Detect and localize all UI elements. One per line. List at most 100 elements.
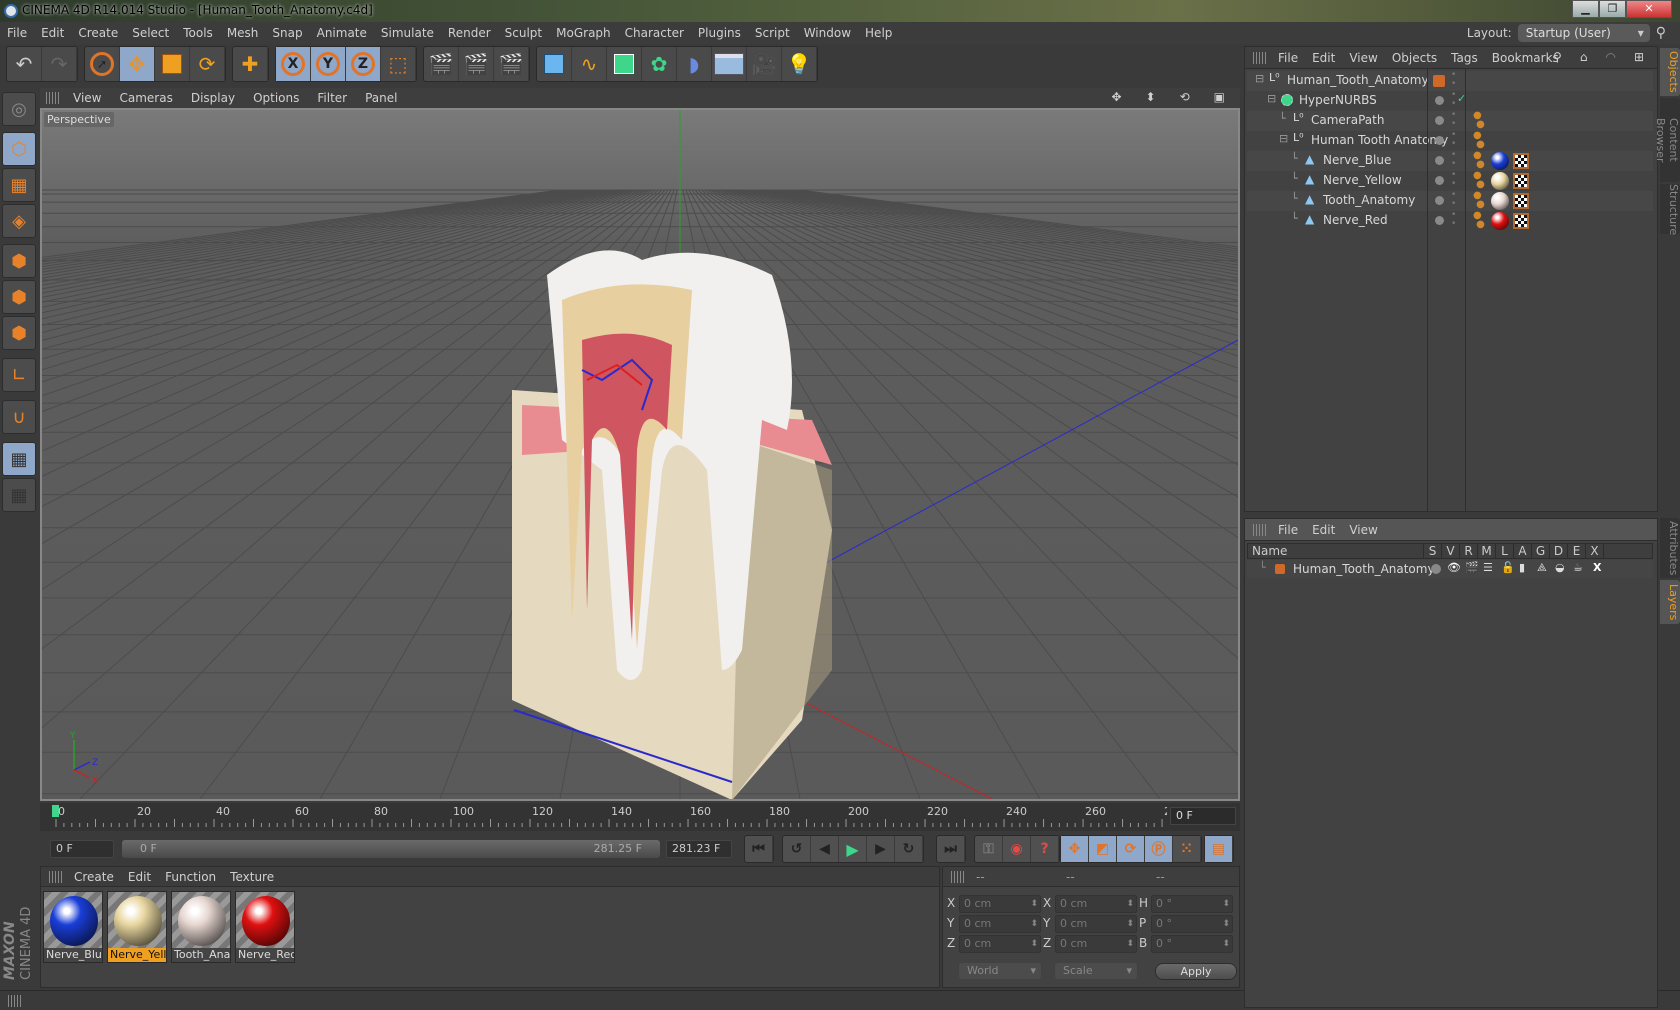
- phong-tag-icon[interactable]: ● ●: [1473, 111, 1485, 130]
- render-visibility-dots[interactable]: • •: [1451, 151, 1456, 169]
- transform-mode-dropdown[interactable]: Scale: [1055, 963, 1137, 979]
- y-axis-icon[interactable]: Y: [311, 47, 346, 81]
- move-view-icon[interactable]: ✥: [1102, 90, 1130, 104]
- uvw-tag-icon[interactable]: [1513, 193, 1529, 209]
- x-axis-icon[interactable]: X: [276, 47, 311, 81]
- coord-size-field[interactable]: 0 cm: [1055, 915, 1137, 933]
- material-tag-icon[interactable]: [1491, 172, 1509, 190]
- object-row[interactable]: └ L⁰ CameraPath • • ● ●: [1247, 111, 1653, 131]
- render-visibility-dots[interactable]: • •: [1451, 211, 1456, 229]
- points-mode-icon[interactable]: ⬢: [2, 244, 36, 278]
- step-back-icon[interactable]: ◀: [811, 836, 839, 862]
- viewport-menu-panel[interactable]: Panel: [356, 91, 406, 105]
- object-row[interactable]: └ ▲ Nerve_Red • • ● ●: [1247, 211, 1653, 231]
- visibility-dot[interactable]: [1435, 96, 1444, 105]
- render-settings-icon[interactable]: 🎬: [494, 47, 529, 81]
- eye-icon[interactable]: ◠: [1598, 50, 1622, 64]
- planar-workplane-icon[interactable]: ▦: [2, 478, 36, 512]
- object-row[interactable]: ⊟ L⁰ Human Tooth Anatomy • • ● ●: [1247, 131, 1653, 151]
- coord-rotation-field[interactable]: 0 °: [1151, 895, 1233, 913]
- menu-mograph[interactable]: MoGraph: [549, 26, 618, 40]
- menu-create[interactable]: Create: [71, 26, 125, 40]
- menu-file[interactable]: File: [0, 26, 34, 40]
- material-menu-texture[interactable]: Texture: [223, 870, 281, 884]
- material-tag-icon[interactable]: [1491, 192, 1509, 210]
- texture-mode-icon[interactable]: ▦: [2, 168, 36, 202]
- layer-name[interactable]: Human_Tooth_Anatomy: [1293, 562, 1435, 576]
- phong-tag-icon[interactable]: ● ●: [1473, 151, 1485, 170]
- coord-position-field[interactable]: 0 cm: [959, 895, 1041, 913]
- coord-position-field[interactable]: 0 cm: [959, 935, 1041, 953]
- timeline-window-icon[interactable]: ▤: [1205, 836, 1233, 862]
- material-menu-create[interactable]: Create: [67, 870, 121, 884]
- uvw-tag-icon[interactable]: [1513, 213, 1529, 229]
- close-button[interactable]: ✕: [1626, 0, 1672, 18]
- menu-tools[interactable]: Tools: [176, 26, 220, 40]
- edges-mode-icon[interactable]: ⬢: [2, 280, 36, 314]
- search-icon[interactable]: ⚲: [1656, 25, 1666, 41]
- phong-tag-icon[interactable]: ● ●: [1473, 191, 1485, 210]
- object-name[interactable]: Nerve_Blue: [1323, 153, 1391, 167]
- key-point-level-icon[interactable]: ⁙: [1173, 836, 1201, 862]
- objects-menu-file[interactable]: File: [1271, 51, 1305, 65]
- tree-branch[interactable]: ⊟: [1267, 92, 1276, 105]
- layer-solo-toggle[interactable]: [1431, 564, 1441, 574]
- layers-menu-file[interactable]: File: [1271, 523, 1305, 537]
- keyframe-selection-icon[interactable]: ?: [1031, 836, 1059, 862]
- menu-help[interactable]: Help: [858, 26, 899, 40]
- render-picture-viewer-icon[interactable]: 🎬: [459, 47, 494, 81]
- layers-menu-edit[interactable]: Edit: [1305, 523, 1342, 537]
- render-view-icon[interactable]: 🎬: [424, 47, 459, 81]
- uvw-tag-icon[interactable]: [1513, 173, 1529, 189]
- objects-menu-view[interactable]: View: [1342, 51, 1384, 65]
- menu-character[interactable]: Character: [618, 26, 691, 40]
- move-icon[interactable]: ✥: [120, 47, 155, 81]
- make-editable-icon[interactable]: ◎: [2, 92, 36, 126]
- play-icon[interactable]: ▶: [839, 836, 867, 862]
- record-keys-icon[interactable]: ⚿: [975, 836, 1003, 862]
- object-row[interactable]: └ ▲ Nerve_Blue • • ● ●: [1247, 151, 1653, 171]
- layer-col-generators[interactable]: G: [1532, 544, 1550, 558]
- layer-col-view[interactable]: V: [1442, 544, 1460, 558]
- scale-icon[interactable]: [155, 47, 190, 81]
- frame-range-slider[interactable]: 0 F 281.25 F: [122, 840, 660, 858]
- perspective-viewport[interactable]: Y Z X Perspective: [40, 108, 1240, 801]
- tab-content-browser[interactable]: Content Browser: [1654, 98, 1680, 182]
- layer-xref-icon[interactable]: X: [1593, 561, 1601, 574]
- object-row[interactable]: ⊟ HyperNURBS • • ✓: [1247, 91, 1653, 111]
- polygons-mode-icon[interactable]: ⬢: [2, 316, 36, 350]
- menu-script[interactable]: Script: [748, 26, 797, 40]
- apply-button[interactable]: Apply: [1155, 963, 1237, 980]
- new-window-icon[interactable]: ⊞: [1627, 50, 1651, 64]
- coord-size-field[interactable]: 0 cm: [1055, 935, 1137, 953]
- layer-lock-icon[interactable]: 🔓: [1501, 561, 1515, 574]
- tree-branch[interactable]: └: [1279, 112, 1286, 125]
- tree-branch[interactable]: ⊟: [1279, 132, 1288, 145]
- z-axis-icon[interactable]: Z: [346, 47, 381, 81]
- phong-tag-icon[interactable]: ● ●: [1473, 211, 1485, 230]
- viewport-menu-view[interactable]: View: [64, 91, 110, 105]
- tab-structure[interactable]: Structure: [1660, 184, 1680, 235]
- coord-position-field[interactable]: 0 cm: [959, 915, 1041, 933]
- material-tooth-anatomy[interactable]: Tooth_Ana: [171, 891, 231, 963]
- undo-icon[interactable]: ↶: [7, 47, 42, 81]
- phong-tag-icon[interactable]: ● ●: [1473, 131, 1485, 150]
- coord-size-field[interactable]: 0 cm: [1055, 895, 1137, 913]
- render-visibility-dots[interactable]: • •: [1451, 191, 1456, 209]
- visibility-dot[interactable]: [1435, 216, 1444, 225]
- layer-deformers-icon[interactable]: ◒: [1555, 561, 1565, 574]
- viewport-menu-cameras[interactable]: Cameras: [110, 91, 181, 105]
- layer-manager-icon[interactable]: ☰: [1483, 561, 1493, 574]
- search-icon[interactable]: ⚲: [1546, 50, 1569, 64]
- goto-end-icon[interactable]: ⏭: [937, 836, 965, 862]
- camera-icon[interactable]: 🎥: [747, 47, 782, 81]
- layer-col-xref[interactable]: X: [1586, 544, 1604, 558]
- restore-button[interactable]: ❐: [1599, 0, 1626, 18]
- previous-key-icon[interactable]: ↺: [783, 836, 811, 862]
- step-forward-icon[interactable]: ▶: [867, 836, 895, 862]
- layer-col-name[interactable]: Name: [1248, 544, 1424, 558]
- deformer-icon[interactable]: ◗: [677, 47, 712, 81]
- subdivision-surface-icon[interactable]: [607, 47, 642, 81]
- object-name[interactable]: Human_Tooth_Anatomy: [1287, 73, 1429, 87]
- menu-render[interactable]: Render: [441, 26, 498, 40]
